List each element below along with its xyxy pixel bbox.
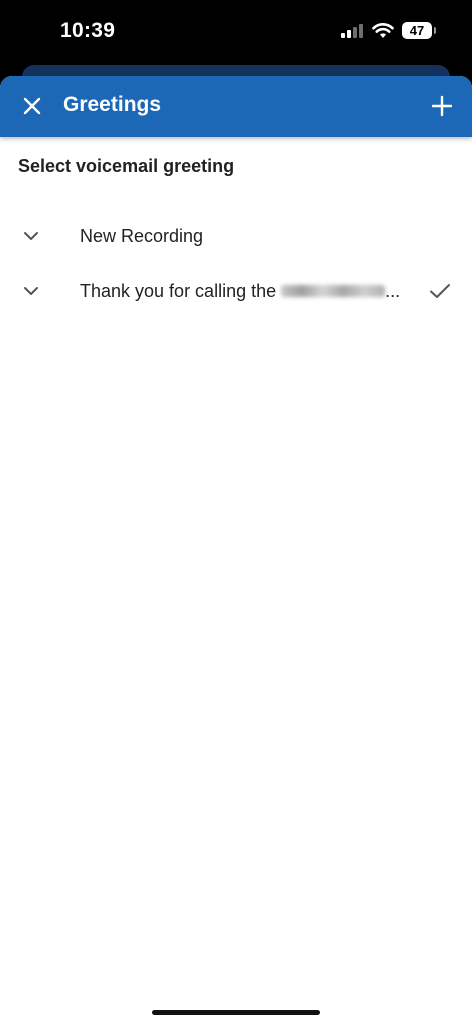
greeting-label: Thank you for calling the ... (80, 281, 400, 302)
close-button[interactable] (14, 88, 50, 124)
greeting-label: New Recording (80, 226, 204, 246)
greetings-sheet: Greetings Select voicemail greeting New … (0, 76, 472, 1024)
redacted-text (281, 284, 386, 297)
greeting-item-thank-you[interactable]: Thank you for calling the ... (0, 264, 472, 319)
home-indicator (152, 1010, 320, 1015)
chevron-down-icon[interactable] (18, 223, 44, 249)
status-time: 10:39 (60, 19, 116, 42)
header-bar: Greetings (0, 76, 472, 137)
close-icon (23, 97, 41, 115)
page-title: Greetings (63, 93, 162, 116)
section-title: Select voicemail greeting (18, 156, 235, 176)
plus-icon (431, 95, 453, 117)
check-icon (430, 284, 450, 298)
greeting-list: New Recording Thank you for calling the … (0, 209, 472, 319)
greeting-label-ellipsis: ... (385, 281, 401, 301)
greeting-item-new-recording[interactable]: New Recording (0, 209, 472, 264)
status-icons: 47 (340, 22, 436, 39)
wifi-icon (372, 22, 394, 39)
signal-icon (340, 23, 364, 39)
battery-icon: 47 (402, 22, 436, 39)
chevron-down-icon[interactable] (18, 278, 44, 304)
add-greeting-button[interactable] (424, 88, 460, 124)
greeting-label-text: Thank you for calling the (80, 281, 277, 301)
status-bar: 10:39 47 (0, 0, 472, 62)
